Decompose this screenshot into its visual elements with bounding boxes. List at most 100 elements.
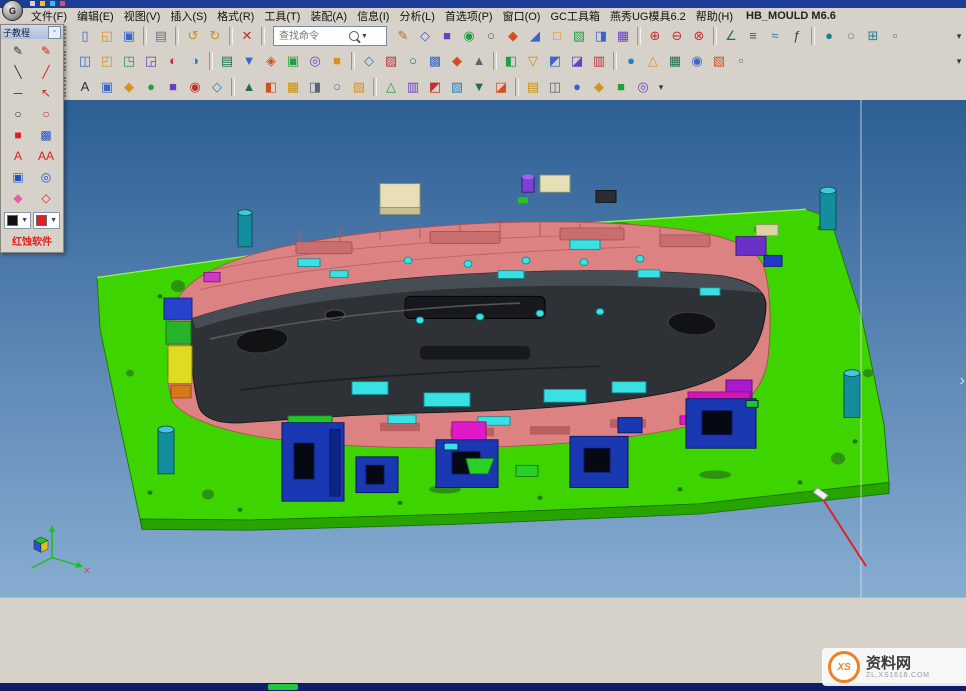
add-component-icon[interactable]: ◫ [74, 50, 96, 72]
edge-blend-icon[interactable]: ◆ [502, 25, 524, 47]
ellipse-tool-icon[interactable]: ○ [32, 104, 60, 125]
hole-icon[interactable]: ○ [480, 25, 502, 47]
subtract-icon[interactable]: ⊖ [666, 25, 688, 47]
pocket-tool-icon[interactable]: ▧ [446, 76, 468, 98]
unite-icon[interactable]: ⊕ [644, 25, 666, 47]
electrode-design-icon[interactable]: ◨ [304, 76, 326, 98]
viewport-canvas[interactable]: X [0, 100, 966, 683]
sequence-icon[interactable]: ■ [326, 50, 348, 72]
bom-mold-icon[interactable]: ◫ [544, 76, 566, 98]
replace-component-icon[interactable]: ◈ [260, 50, 282, 72]
zoom-tool-icon[interactable]: ◎ [32, 167, 60, 188]
mold-drawing-icon[interactable]: ◪ [490, 76, 512, 98]
mold-csys-icon[interactable]: ● [140, 76, 162, 98]
pattern-feature-icon[interactable]: ▦ [612, 25, 634, 47]
undo-icon[interactable]: ↺ [182, 25, 204, 47]
annotation-note-icon[interactable]: ◪ [566, 50, 588, 72]
moldbase-library-icon[interactable]: ▥ [402, 76, 424, 98]
image-tool-icon[interactable]: ▣ [4, 167, 32, 188]
suppress-component-icon[interactable]: ▣ [282, 50, 304, 72]
info-window-icon[interactable]: ◉ [686, 50, 708, 72]
slider-lifter-icon[interactable]: ◧ [260, 76, 282, 98]
wave-geometry-icon[interactable]: ≈ [764, 25, 786, 47]
assembly-constraints-icon[interactable]: ◳ [118, 50, 140, 72]
fill-color-select[interactable]: ▼ [33, 212, 60, 229]
menu-item-9[interactable]: 分析(L) [394, 8, 439, 24]
rect-tool-icon[interactable]: ■ [4, 125, 32, 146]
panel-expand-chevron-icon[interactable]: › [960, 372, 965, 390]
material-assign-icon[interactable]: ◆ [588, 76, 610, 98]
polyline-tool-icon[interactable]: ╱ [32, 62, 60, 83]
toolbar-overflow-button[interactable]: ▾ [654, 82, 668, 93]
app-icon[interactable]: G [2, 0, 23, 21]
datum-plane-icon[interactable]: ◇ [414, 25, 436, 47]
runner-design-icon[interactable]: ○ [326, 76, 348, 98]
lifter-stack[interactable] [164, 298, 192, 398]
command-finder-input[interactable] [277, 30, 347, 43]
core-cavity-icon[interactable]: ▲ [238, 76, 260, 98]
hole-table-icon[interactable]: ▤ [522, 76, 544, 98]
insert-design-icon[interactable]: ▦ [282, 76, 304, 98]
menu-item-13[interactable]: 燕秀UG模具6.2 [605, 8, 691, 24]
chevron-down-icon[interactable]: ▼ [361, 33, 368, 40]
menu-item-4[interactable]: 插入(S) [165, 8, 212, 24]
parting-surface-icon[interactable]: ◇ [206, 76, 228, 98]
trimmed-sheet-icon[interactable]: ▧ [568, 25, 590, 47]
toolbar-grip[interactable] [64, 26, 70, 46]
pattern-component-icon[interactable]: ▼ [238, 50, 260, 72]
menu-item-12[interactable]: GC工具箱 [545, 8, 605, 24]
palette-close-button[interactable]: ▫ [48, 26, 61, 39]
mirror-feature-icon[interactable]: ◨ [590, 25, 612, 47]
print-icon[interactable]: ▤ [150, 25, 172, 47]
export-data-icon[interactable]: ▦ [664, 50, 686, 72]
interference-check-icon[interactable]: ◐ [162, 50, 184, 72]
fit-view-icon[interactable]: ⊞ [862, 25, 884, 47]
search-icon[interactable] [349, 31, 359, 41]
toolbar-grip[interactable] [64, 51, 70, 71]
toolbar-grip[interactable] [64, 77, 70, 97]
bom-list-icon[interactable]: ▩ [424, 50, 446, 72]
workpiece-icon[interactable]: ◆ [118, 76, 140, 98]
trim-mold-icon[interactable]: ▼ [468, 76, 490, 98]
deformable-part-icon[interactable]: ▨ [380, 50, 402, 72]
taskbar-app-button[interactable] [268, 684, 298, 690]
wave-link-icon[interactable]: ◇ [358, 50, 380, 72]
wireframe-view-icon[interactable]: ○ [840, 25, 862, 47]
line-tool-icon[interactable]: ╲ [4, 62, 32, 83]
menu-item-10[interactable]: 首选项(P) [440, 8, 498, 24]
gate-design-icon[interactable]: ▨ [348, 76, 370, 98]
attributes-icon[interactable]: ◆ [446, 50, 468, 72]
menu-item-7[interactable]: 装配(A) [305, 8, 352, 24]
arrow-tool-icon[interactable]: ↖ [32, 83, 60, 104]
menu-item-8[interactable]: 信息(I) [352, 8, 394, 24]
mold-wizard-icon[interactable]: ▣ [96, 76, 118, 98]
mold-settings-icon[interactable]: ◎ [632, 76, 654, 98]
menu-item-6[interactable]: 工具(T) [259, 8, 305, 24]
reference-set-icon[interactable]: ○ [402, 50, 424, 72]
fill-tool-icon[interactable]: ▩ [32, 125, 60, 146]
menu-item-5[interactable]: 格式(R) [212, 8, 259, 24]
text-aa-tool-icon[interactable]: AA [32, 146, 60, 167]
menu-item-14[interactable]: 帮助(H) [691, 8, 738, 24]
extrude-icon[interactable]: ■ [436, 25, 458, 47]
analysis-tools-icon[interactable]: ▧ [708, 50, 730, 72]
open-file-icon[interactable]: ◱ [96, 25, 118, 47]
red-pen-icon[interactable]: ✎ [32, 41, 60, 62]
view-create-icon[interactable]: ▽ [522, 50, 544, 72]
menu-item-1[interactable]: 文件(F) [26, 8, 72, 24]
arrangements-icon[interactable]: ◎ [304, 50, 326, 72]
mirror-assembly-icon[interactable]: ▤ [216, 50, 238, 72]
move-component-icon[interactable]: ◰ [96, 50, 118, 72]
section-view-icon[interactable]: ◧ [500, 50, 522, 72]
text-a-tool-icon[interactable]: A [4, 146, 32, 167]
save-icon[interactable]: ▣ [118, 25, 140, 47]
shaded-view-icon[interactable]: ● [818, 25, 840, 47]
explode-view-icon[interactable]: ◲ [140, 50, 162, 72]
eraser-tool-icon[interactable]: ◆ [4, 188, 32, 209]
sketch-icon[interactable]: ✎ [392, 25, 414, 47]
tabular-note-icon[interactable]: ● [620, 50, 642, 72]
toolbar-overflow-button[interactable]: ▾ [952, 31, 966, 42]
measure-icon[interactable]: ∠ [720, 25, 742, 47]
line-color-select[interactable]: ▼ [4, 212, 31, 229]
clearance-analysis-icon[interactable]: ◑ [184, 50, 206, 72]
